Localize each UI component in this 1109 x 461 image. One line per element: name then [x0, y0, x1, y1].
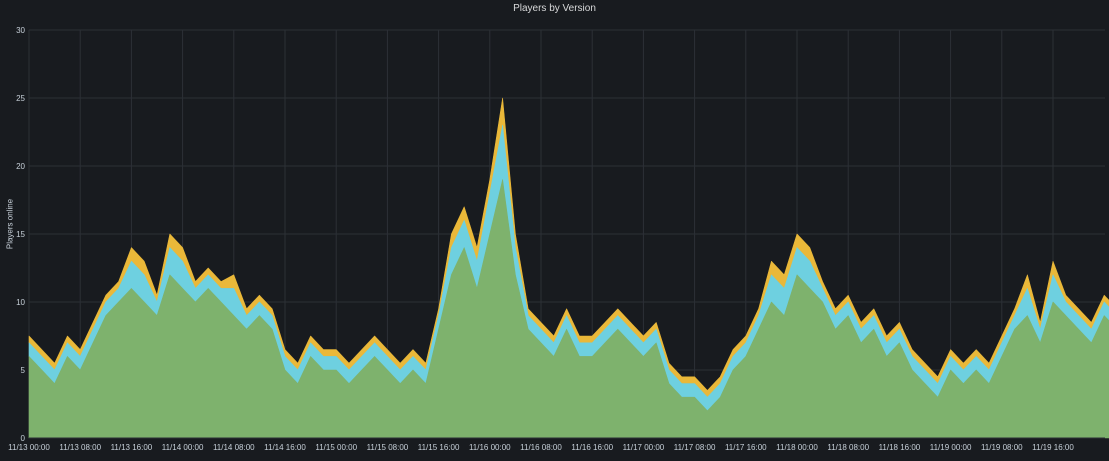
x-tick-label: 11/14 08:00	[213, 443, 255, 452]
y-tick-label: 25	[16, 94, 25, 103]
x-tick-label: 11/18 00:00	[776, 443, 818, 452]
x-tick-label: 11/13 00:00	[8, 443, 50, 452]
x-tick-label: 11/16 16:00	[571, 443, 613, 452]
x-tick-label: 11/17 16:00	[725, 443, 767, 452]
x-tick-label: 11/16 08:00	[520, 443, 562, 452]
chart-panel: Players by Version Players online 0 5 10 15…	[0, 0, 1109, 461]
x-tick-label: 11/17 00:00	[623, 443, 665, 452]
y-tick-label: 30	[16, 26, 25, 35]
series-area-0	[28, 179, 1109, 439]
x-tick-label: 11/18 16:00	[879, 443, 921, 452]
y-tick-label: 10	[16, 298, 25, 307]
y-tick-label: 5	[21, 366, 26, 375]
x-tick-label: 11/14 16:00	[264, 443, 306, 452]
chart-plot-area: 0 5 10 15 20 25 30 11/13 00:00 11/13 08:00 11/13 …	[8, 26, 1109, 452]
x-tick-label: 11/15 16:00	[418, 443, 460, 452]
x-tick-label: 11/19 08:00	[981, 443, 1023, 452]
x-tick-label: 11/19 16:00	[1032, 443, 1074, 452]
x-tick-label: 11/18 08:00	[827, 443, 869, 452]
x-tick-label: 11/14 00:00	[162, 443, 204, 452]
x-tick-label: 11/13 08:00	[59, 443, 101, 452]
x-tick-label: 11/17 08:00	[674, 443, 716, 452]
x-tick-label: 11/15 08:00	[367, 443, 409, 452]
y-tick-label: 0	[21, 434, 26, 443]
x-tick-label: 11/15 00:00	[315, 443, 357, 452]
y-tick-label: 20	[16, 162, 25, 171]
x-tick-label: 11/19 00:00	[930, 443, 972, 452]
x-tick-label: 11/13 16:00	[111, 443, 153, 452]
x-tick-label: 11/16 00:00	[469, 443, 511, 452]
y-tick-label: 15	[16, 230, 25, 239]
